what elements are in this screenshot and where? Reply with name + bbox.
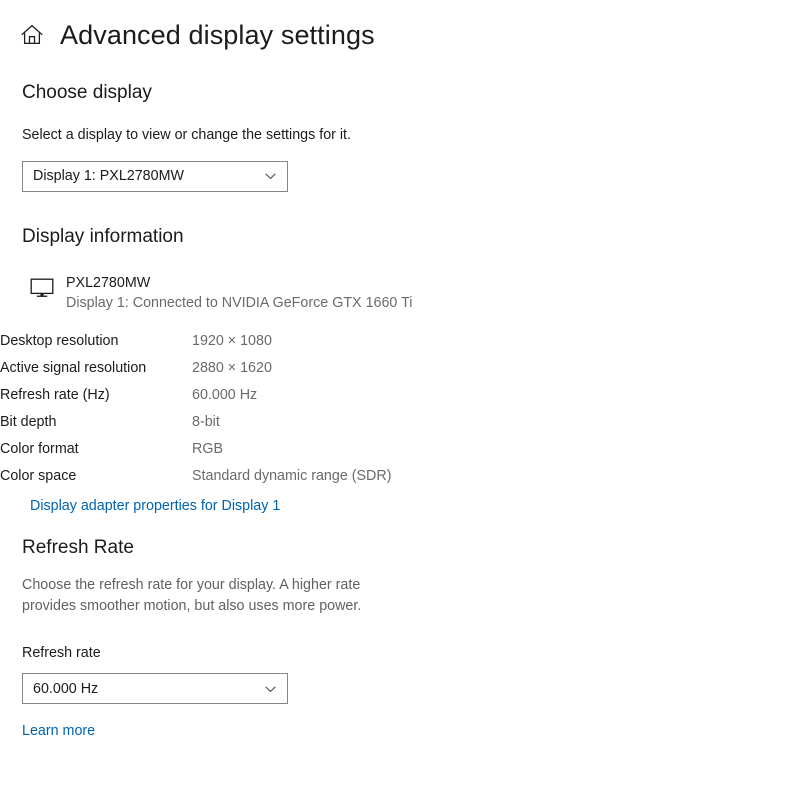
refresh-rate-section: Refresh Rate Choose the refresh rate for… <box>0 537 800 740</box>
table-row: Desktop resolution 1920 × 1080 <box>0 328 391 355</box>
spec-label: Refresh rate (Hz) <box>0 387 110 404</box>
display-adapter-properties-link[interactable]: Display adapter properties for Display 1 <box>30 498 280 514</box>
spec-label: Color format <box>0 441 79 458</box>
spec-value: 60.000 Hz <box>192 387 258 404</box>
display-select-dropdown[interactable]: Display 1: PXL2780MW <box>22 160 288 192</box>
refresh-rate-description: Choose the refresh rate for your display… <box>22 576 362 614</box>
page-title: Advanced display settings <box>60 19 375 50</box>
display-information-heading: Display information <box>22 225 184 247</box>
table-row: Refresh rate (Hz) 60.000 Hz <box>0 382 391 409</box>
page-header: Advanced display settings <box>0 0 800 52</box>
display-device-connection: Display 1: Connected to NVIDIA GeForce G… <box>66 295 413 312</box>
learn-more-link[interactable]: Learn more <box>22 723 95 739</box>
refresh-rate-heading: Refresh Rate <box>22 536 134 558</box>
spec-value: 1920 × 1080 <box>192 333 272 350</box>
table-row: Color format RGB <box>0 436 391 463</box>
refresh-rate-field-label: Refresh rate <box>22 645 101 662</box>
display-device-text: PXL2780MW Display 1: Connected to NVIDIA… <box>66 273 412 315</box>
choose-display-heading: Choose display <box>22 82 152 103</box>
display-select-value: Display 1: PXL2780MW <box>33 168 184 185</box>
display-device-row: PXL2780MW Display 1: Connected to NVIDIA… <box>0 273 800 315</box>
spec-label: Desktop resolution <box>0 333 119 350</box>
monitor-icon <box>30 278 54 297</box>
table-row: Bit depth 8-bit <box>0 409 391 436</box>
display-information-section: Display information PXL2780MW Display 1:… <box>0 226 800 515</box>
learn-more-wrap: Learn more <box>0 722 800 740</box>
spec-label: Bit depth <box>0 414 57 431</box>
chevron-down-icon <box>265 686 276 693</box>
home-icon[interactable] <box>20 23 44 47</box>
adapter-link-wrap: Display adapter properties for Display 1 <box>0 497 800 515</box>
display-spec-table: Desktop resolution 1920 × 1080 Active si… <box>0 328 391 490</box>
choose-display-section: Choose display Select a display to view … <box>0 82 800 192</box>
spec-value: 8-bit <box>192 414 220 431</box>
refresh-rate-value: 60.000 Hz <box>33 680 99 697</box>
display-spec-rows: Desktop resolution 1920 × 1080 Active si… <box>0 328 391 490</box>
spec-label: Active signal resolution <box>0 360 147 377</box>
chevron-down-icon <box>265 173 276 180</box>
spec-value: 2880 × 1620 <box>192 360 272 377</box>
spec-value: RGB <box>192 441 223 458</box>
spec-value: Standard dynamic range (SDR) <box>192 468 392 485</box>
display-device-name: PXL2780MW <box>66 274 151 291</box>
spec-label: Color space <box>0 468 77 485</box>
refresh-rate-dropdown[interactable]: 60.000 Hz <box>22 673 288 705</box>
table-row: Color space Standard dynamic range (SDR) <box>0 463 391 490</box>
choose-display-description: Select a display to view or change the s… <box>22 127 352 143</box>
table-row: Active signal resolution 2880 × 1620 <box>0 355 391 382</box>
